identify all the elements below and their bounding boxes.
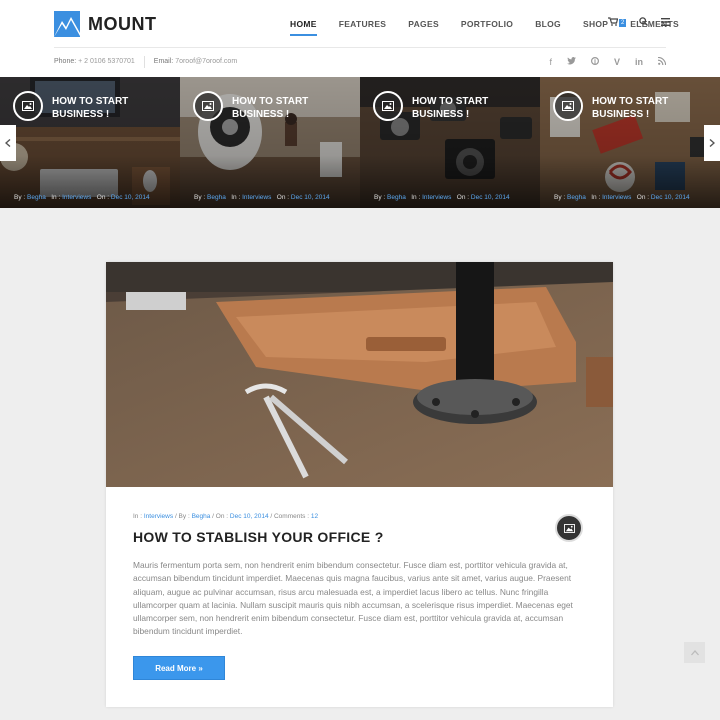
phone-label: Phone: xyxy=(54,58,77,65)
featured-slider: HOW TO START BUSINESS ! By : Begha In : … xyxy=(0,77,720,208)
back-to-top-button[interactable] xyxy=(684,642,705,663)
search-icon xyxy=(639,17,649,26)
read-more-button[interactable]: Read More » xyxy=(133,656,225,680)
slide-meta: By : Begha In : Interviews On : Dec 10, … xyxy=(14,194,150,201)
slide-meta: By : Begha In : Interviews On : Dec 10, … xyxy=(374,194,510,201)
image-icon xyxy=(563,523,575,533)
post-date[interactable]: Dec 10, 2014 xyxy=(230,513,269,520)
post-meta: In : Interviews / By : Begha / On : Dec … xyxy=(133,513,319,520)
slide-meta: By : Begha In : Interviews On : Dec 10, … xyxy=(554,194,690,201)
contact-separator xyxy=(143,56,145,68)
vimeo-icon[interactable]: V xyxy=(614,57,620,67)
slide[interactable]: HOW TO START BUSINESS ! By : Begha In : … xyxy=(0,77,180,208)
nav-features[interactable]: FEATURES xyxy=(339,19,387,29)
contact-info: Phone: + 2 0106 5370701 Email: 7oroof@7o… xyxy=(54,56,237,68)
blog-post-card: In : Interviews / By : Begha / On : Dec … xyxy=(106,262,613,707)
chevron-right-icon xyxy=(709,139,715,147)
chevron-left-icon xyxy=(5,139,11,147)
slide-title[interactable]: HOW TO START BUSINESS ! xyxy=(412,95,488,121)
slide-title[interactable]: HOW TO START BUSINESS ! xyxy=(52,95,128,121)
nav-home[interactable]: HOME xyxy=(290,19,317,36)
slide[interactable]: HOW TO START BUSINESS ! By : Begha In : … xyxy=(180,77,360,208)
slider-prev-button[interactable] xyxy=(0,125,16,161)
menu-button[interactable] xyxy=(661,17,671,29)
twitter-icon[interactable] xyxy=(566,57,576,67)
phone-number[interactable]: + 2 0106 5370701 xyxy=(78,58,135,68)
linkedin-icon[interactable]: in xyxy=(635,57,643,67)
email-label: Email: xyxy=(153,58,174,65)
image-icon xyxy=(193,91,223,121)
post-category-link[interactable]: Interviews xyxy=(144,513,173,520)
brand-name: MOUNT xyxy=(88,13,157,34)
email-address[interactable]: 7oroof@7oroof.com xyxy=(175,58,237,68)
mountain-logo-icon xyxy=(54,11,80,37)
logo[interactable]: MOUNT xyxy=(54,11,157,37)
slide[interactable]: HOW TO START BUSINESS ! By : Begha In : … xyxy=(540,77,720,208)
search-button[interactable] xyxy=(639,17,649,29)
slide[interactable]: HOW TO START BUSINESS ! By : Begha In : … xyxy=(360,77,540,208)
post-author-link[interactable]: Begha xyxy=(192,513,211,520)
site-header: MOUNT HOME FEATURES PAGES PORTFOLIO BLOG… xyxy=(0,0,720,77)
pinterest-icon[interactable] xyxy=(590,56,599,67)
nav-portfolio[interactable]: PORTFOLIO xyxy=(461,19,513,29)
nav-icons: 2 xyxy=(608,17,683,29)
post-format-badge xyxy=(555,514,583,542)
header-divider xyxy=(54,47,666,48)
slider-next-button[interactable] xyxy=(704,125,720,161)
nav-blog[interactable]: BLOG xyxy=(535,19,561,29)
chevron-up-icon xyxy=(690,649,699,655)
nav-pages[interactable]: PAGES xyxy=(408,19,439,29)
post-featured-image[interactable] xyxy=(106,262,613,487)
slide-title[interactable]: HOW TO START BUSINESS ! xyxy=(232,95,308,121)
image-icon xyxy=(13,91,43,121)
image-icon xyxy=(553,91,583,121)
nav-shop[interactable]: SHOP xyxy=(583,19,608,29)
slide-meta: By : Begha In : Interviews On : Dec 10, … xyxy=(194,194,330,201)
post-title[interactable]: HOW TO STABLISH YOUR OFFICE ? xyxy=(133,529,384,545)
cart-count-badge: 2 xyxy=(619,19,627,28)
facebook-icon[interactable]: f xyxy=(549,57,552,67)
post-excerpt: Mauris fermentum porta sem, non hendreri… xyxy=(133,560,573,637)
social-links: f V in xyxy=(534,56,667,67)
menu-icon xyxy=(661,17,671,26)
image-icon xyxy=(373,91,403,121)
cart-button[interactable]: 2 xyxy=(608,17,627,29)
cart-icon xyxy=(608,17,619,26)
rss-icon[interactable] xyxy=(657,56,667,67)
slide-title[interactable]: HOW TO START BUSINESS ! xyxy=(592,95,668,121)
post-comments-link[interactable]: 12 xyxy=(311,513,318,520)
